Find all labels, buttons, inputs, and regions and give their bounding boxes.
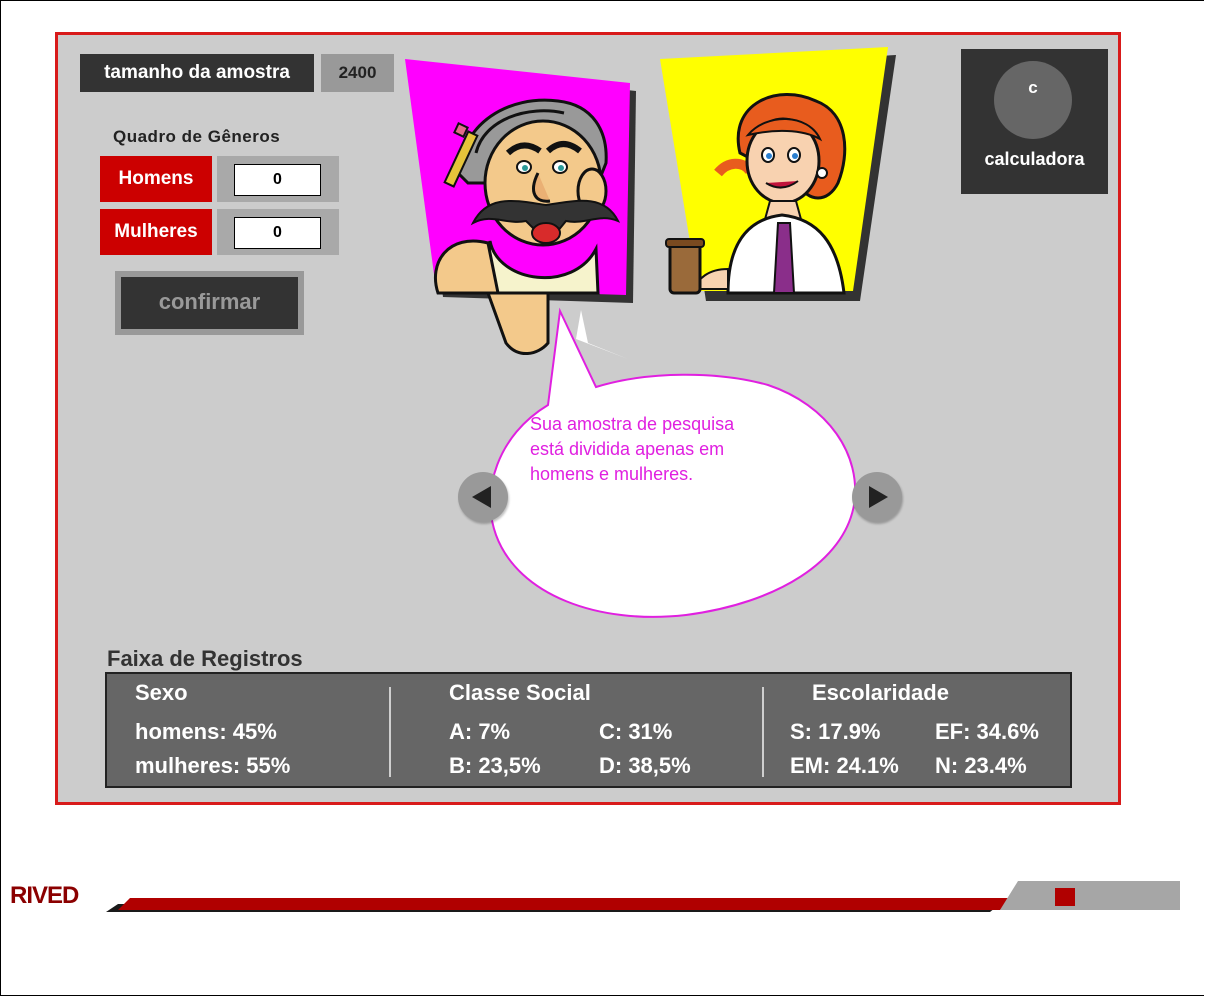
- men-field-box: [217, 156, 339, 202]
- education-em: EM: 24.1%: [790, 753, 899, 778]
- rived-logo: RIVED: [10, 882, 79, 909]
- sample-size-value: 2400: [321, 54, 394, 92]
- confirm-button-label: confirmar: [121, 277, 298, 329]
- women-field-box: [217, 209, 339, 255]
- education-header: Escolaridade: [812, 680, 949, 705]
- education-n: N: 23.4%: [935, 753, 1027, 778]
- registry-title: Faixa de Registros: [107, 646, 303, 671]
- social-class-c: C: 31%: [599, 719, 673, 744]
- activity-stage: tamanho da amostra 2400 Quadro de Gênero…: [55, 32, 1121, 805]
- social-class-d: D: 38,5%: [599, 753, 691, 778]
- education-ef: EF: 34.6%: [935, 719, 1039, 744]
- registry-divider: [762, 687, 764, 777]
- speech-line-1: Sua amostra de pesquisa: [530, 414, 735, 434]
- speech-bubble-text: Sua amostra de pesquisa está dividida ap…: [530, 412, 820, 487]
- calculator-button[interactable]: c calculadora: [961, 49, 1108, 194]
- sex-women-value: mulheres: 55%: [135, 753, 291, 778]
- speech-line-2: está dividida apenas em: [530, 439, 725, 459]
- social-class-header: Classe Social: [449, 680, 591, 705]
- confirm-button[interactable]: confirmar: [115, 271, 304, 335]
- social-class-a: A: 7%: [449, 719, 511, 744]
- arrow-right-icon: [869, 486, 888, 508]
- speech-line-3: homens e mulheres.: [530, 464, 694, 484]
- footer-square-icon: [1055, 888, 1075, 906]
- social-class-b: B: 23,5%: [449, 753, 541, 778]
- sample-size-label: tamanho da amostra: [80, 54, 314, 92]
- men-label: Homens: [100, 156, 212, 202]
- previous-button[interactable]: [458, 472, 508, 522]
- women-count-input[interactable]: [234, 217, 321, 249]
- calculator-key: c: [994, 61, 1072, 139]
- gender-board-title: Quadro de Gêneros: [113, 127, 281, 146]
- next-button[interactable]: [852, 472, 902, 522]
- arrow-left-icon: [472, 486, 491, 508]
- footer-bar: [106, 881, 1180, 912]
- education-s: S: 17.9%: [790, 719, 881, 744]
- calculator-label: calculadora: [984, 149, 1085, 169]
- women-label: Mulheres: [100, 209, 212, 255]
- registry-divider: [389, 687, 391, 777]
- sex-men-value: homens: 45%: [135, 719, 277, 744]
- registry-panel: Sexo homens: 45% mulheres: 55% Classe So…: [105, 672, 1072, 788]
- men-count-input[interactable]: [234, 164, 321, 196]
- sex-header: Sexo: [135, 680, 188, 705]
